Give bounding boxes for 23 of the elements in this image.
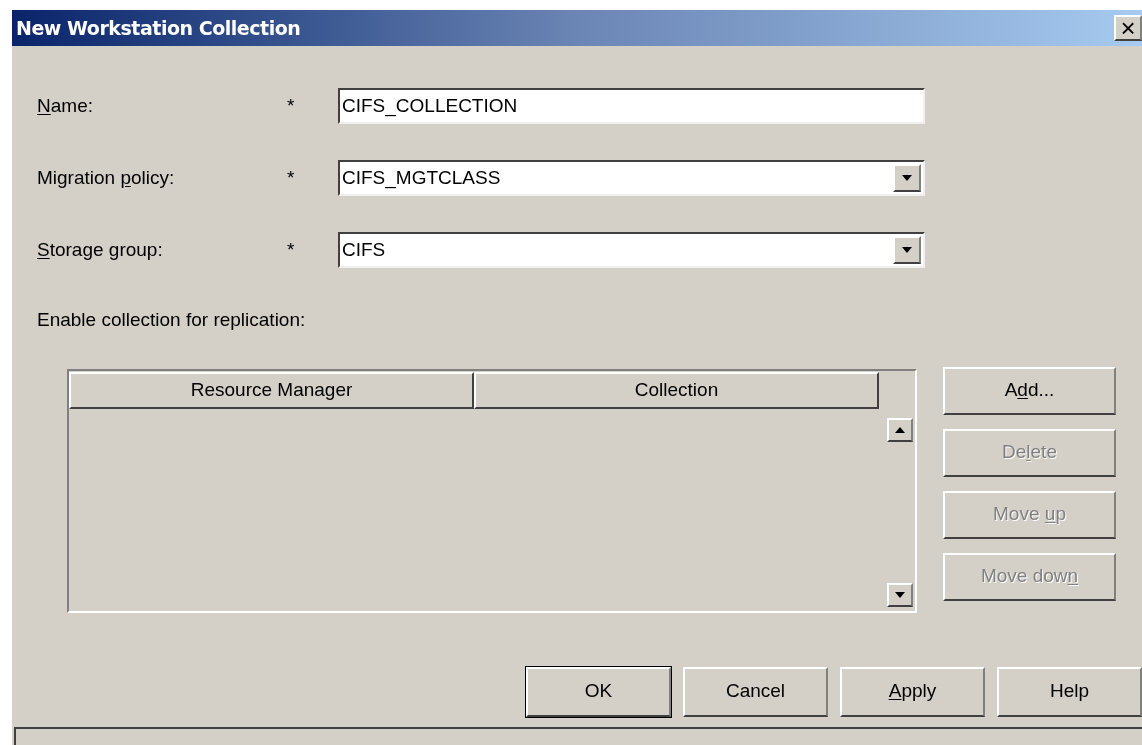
column-header[interactable]: Resource Manager bbox=[69, 371, 474, 409]
dialog-button[interactable]: Apply bbox=[840, 666, 985, 717]
field-label: Migration policy: bbox=[37, 165, 176, 190]
required-marker: * bbox=[287, 93, 295, 118]
field-label: Storage group: bbox=[37, 237, 164, 262]
dialog-button[interactable]: Cancel bbox=[683, 666, 828, 717]
required-marker: * bbox=[287, 165, 295, 190]
scroll-up-button[interactable] bbox=[887, 417, 913, 442]
dropdown-field[interactable]: CIFS_MGTCLASS bbox=[338, 160, 925, 196]
dialog-button[interactable]: Help bbox=[997, 666, 1142, 717]
close-button[interactable]: × bbox=[1114, 15, 1142, 41]
dialog-button[interactable]: OK bbox=[526, 666, 671, 717]
down-arrow-icon bbox=[895, 591, 905, 598]
up-arrow-icon bbox=[895, 426, 905, 433]
field-label: Name: bbox=[37, 93, 94, 118]
side-button[interactable]: Add... bbox=[943, 366, 1116, 415]
window-title: New Workstation Collection bbox=[15, 15, 301, 41]
dropdown-field[interactable]: CIFS bbox=[338, 232, 925, 268]
column-header[interactable]: Collection bbox=[474, 371, 879, 409]
input-field[interactable]: CIFS_COLLECTION bbox=[338, 88, 925, 124]
required-marker: * bbox=[287, 237, 295, 262]
replication-label: Enable collection for replication: bbox=[37, 308, 306, 332]
scroll-down-button[interactable] bbox=[887, 582, 913, 607]
